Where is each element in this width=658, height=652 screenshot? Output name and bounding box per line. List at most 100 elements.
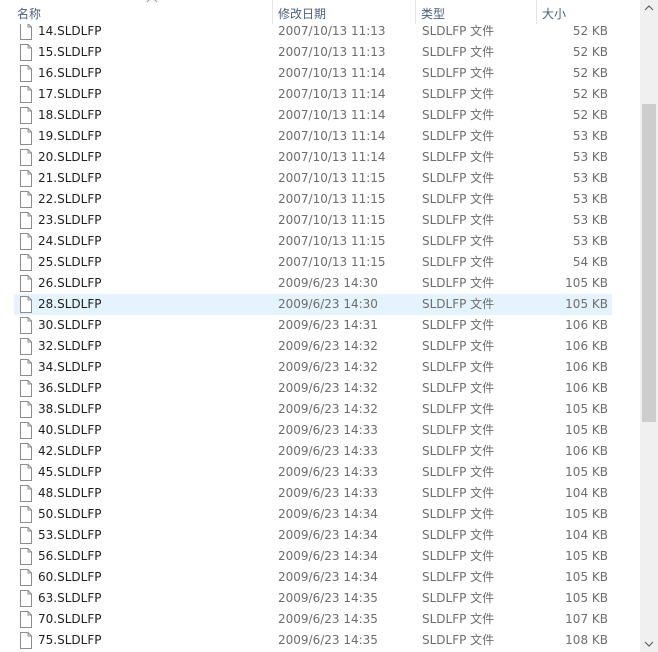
file-size: 108 KB xyxy=(565,633,608,647)
file-icon xyxy=(20,233,32,250)
file-row[interactable]: 34.SLDLFP 2009/6/23 14:32 SLDLFP 文件 106 KB xyxy=(14,357,612,378)
file-row[interactable]: 75.SLDLFP 2009/6/23 14:35 SLDLFP 文件 108 KB xyxy=(14,630,612,651)
file-row[interactable]: 15.SLDLFP 2007/10/13 11:13 SLDLFP 文件 52 KB xyxy=(14,42,612,63)
file-name: 63.SLDLFP xyxy=(38,591,102,605)
file-row[interactable]: 30.SLDLFP 2009/6/23 14:31 SLDLFP 文件 106 KB xyxy=(14,315,612,336)
file-type: SLDLFP 文件 xyxy=(422,507,495,521)
file-name: 14.SLDLFP xyxy=(38,24,102,38)
file-row[interactable]: 56.SLDLFP 2009/6/23 14:34 SLDLFP 文件 105 KB xyxy=(14,546,612,567)
file-icon xyxy=(20,191,32,208)
file-row[interactable]: 38.SLDLFP 2009/6/23 14:32 SLDLFP 文件 105 KB xyxy=(14,399,612,420)
file-row[interactable]: 32.SLDLFP 2009/6/23 14:32 SLDLFP 文件 106 KB xyxy=(14,336,612,357)
file-name: 18.SLDLFP xyxy=(38,108,102,122)
file-name: 75.SLDLFP xyxy=(38,633,102,647)
file-type: SLDLFP 文件 xyxy=(422,339,495,353)
file-type: SLDLFP 文件 xyxy=(422,297,495,311)
file-modified-date: 2007/10/13 11:13 xyxy=(278,24,386,38)
scrollbar-thumb[interactable] xyxy=(642,104,656,422)
file-modified-date: 2007/10/13 11:14 xyxy=(278,108,386,122)
file-name: 38.SLDLFP xyxy=(38,402,102,416)
file-row[interactable]: 25.SLDLFP 2007/10/13 11:15 SLDLFP 文件 54 KB xyxy=(14,252,612,273)
file-modified-date: 2009/6/23 14:32 xyxy=(278,402,378,416)
file-row[interactable]: 18.SLDLFP 2007/10/13 11:14 SLDLFP 文件 52 KB xyxy=(14,105,612,126)
scroll-down-arrow-icon[interactable] xyxy=(640,635,658,652)
file-size: 106 KB xyxy=(565,444,608,458)
file-size: 53 KB xyxy=(572,192,608,206)
file-modified-date: 2007/10/13 11:13 xyxy=(278,45,386,59)
file-row[interactable]: 24.SLDLFP 2007/10/13 11:15 SLDLFP 文件 53 KB xyxy=(14,231,612,252)
file-icon xyxy=(20,422,32,439)
file-row[interactable]: 60.SLDLFP 2009/6/23 14:34 SLDLFP 文件 105 KB xyxy=(14,567,612,588)
file-type: SLDLFP 文件 xyxy=(422,108,495,122)
file-size: 52 KB xyxy=(572,45,608,59)
file-row[interactable]: 48.SLDLFP 2009/6/23 14:33 SLDLFP 文件 104 KB xyxy=(14,483,612,504)
file-row[interactable]: 45.SLDLFP 2009/6/23 14:33 SLDLFP 文件 105 KB xyxy=(14,462,612,483)
file-name: 19.SLDLFP xyxy=(38,129,102,143)
file-name: 20.SLDLFP xyxy=(38,150,102,164)
file-name: 30.SLDLFP xyxy=(38,318,102,332)
file-type: SLDLFP 文件 xyxy=(422,612,495,626)
file-icon xyxy=(20,401,32,418)
file-row[interactable]: 14.SLDLFP 2007/10/13 11:13 SLDLFP 文件 52 KB xyxy=(14,21,612,42)
file-row[interactable]: 20.SLDLFP 2007/10/13 11:14 SLDLFP 文件 53 KB xyxy=(14,147,612,168)
file-row[interactable]: 50.SLDLFP 2009/6/23 14:34 SLDLFP 文件 105 KB xyxy=(14,504,612,525)
file-modified-date: 2007/10/13 11:14 xyxy=(278,87,386,101)
column-header-date[interactable]: 修改日期 xyxy=(272,0,414,24)
file-row[interactable]: 63.SLDLFP 2009/6/23 14:35 SLDLFP 文件 105 KB xyxy=(14,588,612,609)
file-row[interactable]: 36.SLDLFP 2009/6/23 14:32 SLDLFP 文件 106 KB xyxy=(14,378,612,399)
file-modified-date: 2009/6/23 14:34 xyxy=(278,549,378,563)
file-size: 52 KB xyxy=(572,108,608,122)
file-size: 106 KB xyxy=(565,339,608,353)
file-row[interactable]: 16.SLDLFP 2007/10/13 11:14 SLDLFP 文件 52 KB xyxy=(14,63,612,84)
file-type: SLDLFP 文件 xyxy=(422,318,495,332)
file-row[interactable]: 26.SLDLFP 2009/6/23 14:30 SLDLFP 文件 105 KB xyxy=(14,273,612,294)
file-icon xyxy=(20,23,32,40)
file-row[interactable]: 40.SLDLFP 2009/6/23 14:33 SLDLFP 文件 105 KB xyxy=(14,420,612,441)
file-icon xyxy=(20,149,32,166)
file-row[interactable]: 21.SLDLFP 2007/10/13 11:15 SLDLFP 文件 53 KB xyxy=(14,168,612,189)
file-size: 105 KB xyxy=(565,276,608,290)
file-icon xyxy=(20,65,32,82)
file-modified-date: 2009/6/23 14:33 xyxy=(278,465,378,479)
file-modified-date: 2009/6/23 14:35 xyxy=(278,612,378,626)
file-icon xyxy=(20,464,32,481)
file-size: 53 KB xyxy=(572,213,608,227)
file-icon xyxy=(20,212,32,229)
file-icon xyxy=(20,506,32,523)
file-row[interactable]: 28.SLDLFP 2009/6/23 14:30 SLDLFP 文件 105 KB xyxy=(14,294,612,315)
sort-ascending-icon xyxy=(146,0,158,3)
vertical-scrollbar[interactable] xyxy=(640,0,658,652)
file-type: SLDLFP 文件 xyxy=(422,255,495,269)
file-modified-date: 2009/6/23 14:33 xyxy=(278,423,378,437)
file-row[interactable]: 23.SLDLFP 2007/10/13 11:15 SLDLFP 文件 53 KB xyxy=(14,210,612,231)
file-size: 105 KB xyxy=(565,507,608,521)
file-row[interactable]: 42.SLDLFP 2009/6/23 14:33 SLDLFP 文件 106 KB xyxy=(14,441,612,462)
file-modified-date: 2009/6/23 14:33 xyxy=(278,486,378,500)
file-row[interactable]: 17.SLDLFP 2007/10/13 11:14 SLDLFP 文件 52 KB xyxy=(14,84,612,105)
file-icon xyxy=(20,44,32,61)
file-size: 105 KB xyxy=(565,297,608,311)
file-modified-date: 2007/10/13 11:14 xyxy=(278,66,386,80)
file-row[interactable]: 53.SLDLFP 2009/6/23 14:34 SLDLFP 文件 104 KB xyxy=(14,525,612,546)
file-name: 34.SLDLFP xyxy=(38,360,102,374)
file-row[interactable]: 19.SLDLFP 2007/10/13 11:14 SLDLFP 文件 53 KB xyxy=(14,126,612,147)
file-modified-date: 2009/6/23 14:35 xyxy=(278,591,378,605)
column-header-type[interactable]: 类型 xyxy=(415,0,535,24)
column-header-size[interactable]: 大小 xyxy=(536,0,616,24)
scroll-up-arrow-icon[interactable] xyxy=(640,0,658,17)
file-type: SLDLFP 文件 xyxy=(422,87,495,101)
file-size: 105 KB xyxy=(565,465,608,479)
file-size: 107 KB xyxy=(565,612,608,626)
file-row[interactable]: 70.SLDLFP 2009/6/23 14:35 SLDLFP 文件 107 KB xyxy=(14,609,612,630)
file-name: 32.SLDLFP xyxy=(38,339,102,353)
file-type: SLDLFP 文件 xyxy=(422,591,495,605)
column-header-bar: 名称 修改日期 类型 大小 xyxy=(0,0,640,24)
file-row[interactable]: 22.SLDLFP 2007/10/13 11:15 SLDLFP 文件 53 KB xyxy=(14,189,612,210)
file-size: 52 KB xyxy=(572,24,608,38)
file-modified-date: 2009/6/23 14:31 xyxy=(278,318,378,332)
column-header-name[interactable]: 名称 xyxy=(12,0,270,24)
file-name: 60.SLDLFP xyxy=(38,570,102,584)
file-modified-date: 2007/10/13 11:15 xyxy=(278,234,386,248)
file-type: SLDLFP 文件 xyxy=(422,192,495,206)
file-size: 53 KB xyxy=(572,171,608,185)
